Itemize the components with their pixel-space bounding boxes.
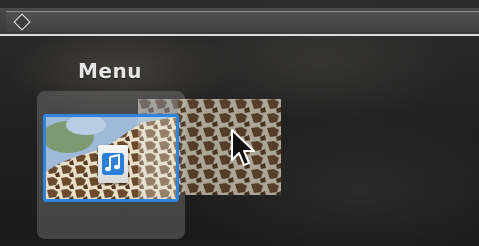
arrow-cursor-icon [230,128,256,172]
background-canvas: Menu [0,0,479,246]
menu-title: Menu [78,59,142,83]
music-note-icon [98,145,128,183]
diamond-icon[interactable] [13,13,31,31]
toolbar-track[interactable] [6,11,479,32]
top-toolbar [0,8,479,36]
